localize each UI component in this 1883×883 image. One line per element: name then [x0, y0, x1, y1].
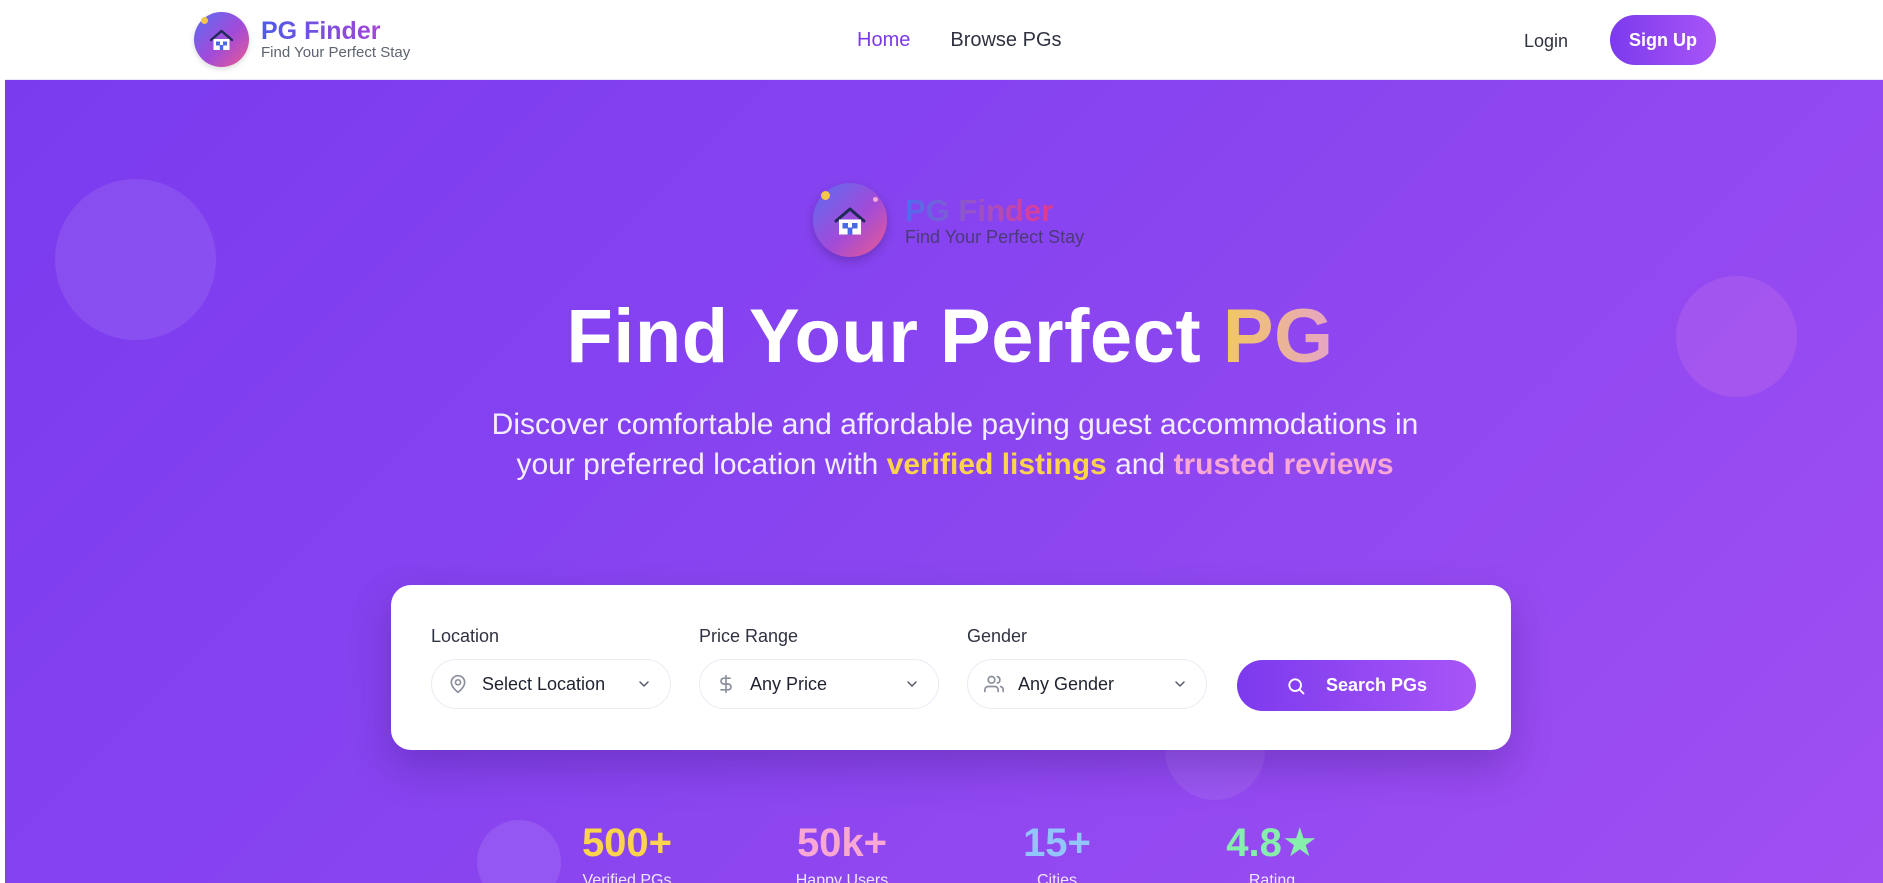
stat-value: 500+ — [581, 821, 673, 865]
chevron-down-icon — [1172, 676, 1188, 692]
navbar: PG Finder Find Your Perfect Stay Home Br… — [5, 0, 1883, 80]
price-select[interactable]: Any Price — [699, 659, 939, 709]
brand-name: PG Finder — [261, 18, 410, 44]
house-icon — [813, 183, 887, 257]
stat-label: Rating — [1248, 872, 1296, 883]
stat-value: 50k+ — [796, 821, 888, 865]
chevron-down-icon — [636, 676, 652, 692]
stat-cities: 15+ Cities — [957, 820, 1157, 883]
nav-browse-pgs-link[interactable]: Browse PGs — [950, 26, 1061, 54]
price-field: Price Range Any Price — [699, 625, 939, 709]
location-select[interactable]: Select Location — [431, 659, 671, 709]
main-nav: Home Browse PGs — [857, 26, 1062, 54]
login-link[interactable]: Login — [1524, 27, 1568, 55]
signup-button[interactable]: Sign Up — [1610, 15, 1716, 65]
map-pin-icon — [448, 674, 468, 694]
stat-label: Happy Users — [795, 872, 889, 883]
gender-label: Gender — [967, 626, 1028, 646]
highlight-verified-listings: verified listings — [886, 448, 1107, 481]
house-icon — [194, 12, 249, 67]
stat-verified-pgs: 500+ Verified PGs — [527, 820, 727, 883]
nav-home-link[interactable]: Home — [857, 26, 910, 54]
search-icon — [1286, 676, 1306, 696]
stat-value: 4.8★ — [1226, 821, 1318, 865]
users-icon — [984, 674, 1004, 694]
stat-label: Cities — [1036, 872, 1077, 883]
hero-brand-name: PG Finder — [905, 194, 1084, 227]
hero-title-main: Find Your Perfect — [566, 294, 1202, 379]
hero-title-accent: PG — [1222, 294, 1334, 379]
gender-select[interactable]: Any Gender — [967, 659, 1207, 709]
stat-value: 15+ — [1023, 821, 1091, 865]
brand-logo[interactable]: PG Finder Find Your Perfect Stay — [194, 12, 410, 67]
location-field: Location Select Location — [431, 625, 671, 709]
price-value: Any Price — [750, 673, 828, 694]
stat-label: Verified PGs — [582, 872, 672, 883]
dollar-icon — [716, 674, 736, 694]
hero-brand-tagline: Find Your Perfect Stay — [905, 226, 1085, 247]
hero-subtitle: Discover comfortable and affordable payi… — [485, 405, 1425, 485]
location-value: Select Location — [482, 673, 606, 694]
search-card: Location Select Location Price Range Any… — [391, 585, 1511, 750]
stat-happy-users: 50k+ Happy Users — [742, 820, 942, 883]
gender-value: Any Gender — [1018, 673, 1115, 694]
highlight-trusted-reviews: trusted reviews — [1173, 448, 1394, 481]
price-label: Price Range — [699, 626, 799, 646]
gender-field: Gender Any Gender — [967, 625, 1207, 709]
hero-subtitle-and: and — [1115, 448, 1166, 481]
search-button-label: Search PGs — [1325, 675, 1428, 695]
brand-tagline: Find Your Perfect Stay — [261, 43, 411, 61]
search-pgs-button[interactable]: Search PGs — [1237, 660, 1476, 711]
hero-logo: PG Finder Find Your Perfect Stay — [813, 183, 1084, 257]
hero-section: PG Finder Find Your Perfect Stay Find Yo… — [5, 80, 1883, 883]
stat-rating: 4.8★ Rating — [1172, 820, 1372, 883]
chevron-down-icon — [904, 676, 920, 692]
location-label: Location — [431, 626, 500, 646]
hero-title: Find Your Perfect PG — [5, 292, 1883, 382]
